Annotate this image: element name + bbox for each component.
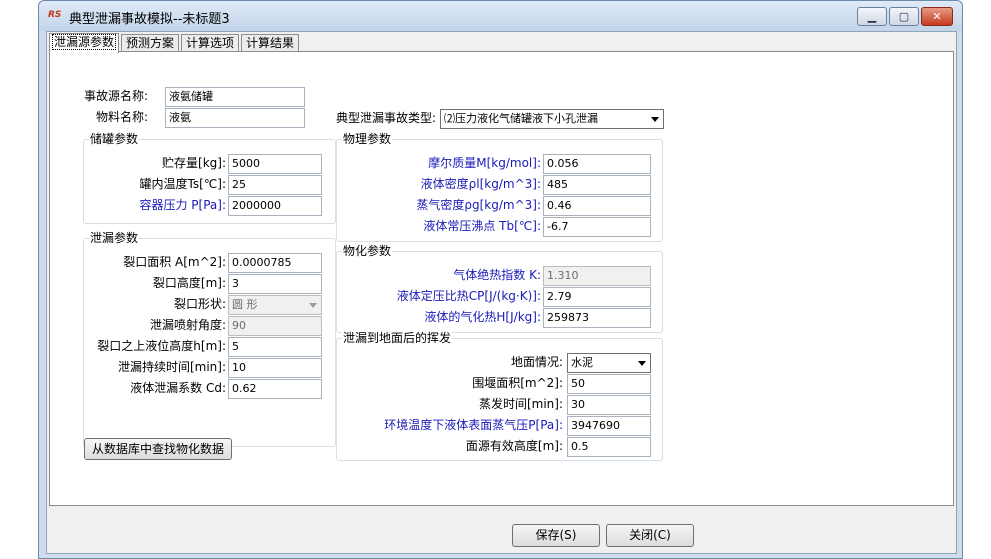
jet-angle-input: 90 (228, 316, 322, 336)
capacity-input[interactable]: 5000 (228, 154, 322, 174)
desktop-left (0, 0, 38, 559)
chevron-down-icon (309, 303, 317, 308)
save-button[interactable]: 保存(S) (512, 524, 600, 547)
capacity-label: 贮存量[kg]: (162, 156, 226, 170)
vaporization-heat-input[interactable]: 259873 (543, 308, 651, 328)
crack-area-label: 裂口面积 A[m^2]: (123, 255, 226, 269)
tab-calc-results[interactable]: 计算结果 (241, 34, 299, 52)
chemical-group: 物化参数 气体绝热指数 K: 1.310 液体定压比热CP[J/(kg·K)]:… (336, 243, 663, 333)
app-logo-icon: RS (48, 10, 62, 20)
jet-angle-label: 泄漏喷射角度: (149, 318, 226, 332)
ground-select[interactable]: 水泥 (567, 353, 651, 373)
close-button[interactable]: 关闭(C) (606, 524, 694, 547)
minimize-button[interactable]: ▁ (857, 7, 887, 26)
ground-label: 地面情况: (510, 355, 563, 369)
liquid-density-input[interactable]: 485 (543, 175, 651, 195)
source-name-label: 事故源名称: (83, 89, 148, 103)
main-window: RS 典型泄漏事故模拟--未标题3 ▁ ▢ ✕ 泄漏源参数 预测方案 计算选项 … (38, 0, 963, 559)
chevron-down-icon (638, 361, 646, 366)
dike-area-input[interactable]: 50 (567, 374, 651, 394)
molar-mass-label: 摩尔质量M[kg/mol]: (428, 156, 541, 170)
desktop-right (963, 0, 991, 559)
minimize-icon: ▁ (867, 10, 877, 23)
bottom-bar: 保存(S) 关闭(C) (47, 508, 956, 553)
boiling-point-label: 液体常压沸点 Tb[℃]: (423, 219, 541, 233)
vapor-pressure-input[interactable]: 3947690 (567, 416, 651, 436)
physical-group: 物理参数 摩尔质量M[kg/mol]: 0.056 液体密度ρl[kg/m^3]… (336, 131, 663, 242)
vaporization-heat-label: 液体的气化热H[J/kg]: (424, 310, 541, 324)
evap-time-input[interactable]: 30 (567, 395, 651, 415)
liquid-height-label: 裂口之上液位高度h[m]: (97, 339, 226, 353)
maximize-button[interactable]: ▢ (889, 7, 919, 26)
leak-group: 泄漏参数 裂口面积 A[m^2]: 0.0000785 裂口高度[m]: 3 裂… (83, 230, 336, 447)
crack-shape-label: 裂口形状: (173, 297, 226, 311)
material-name-input[interactable]: 液氨 (165, 108, 305, 128)
adiabatic-index-label: 气体绝热指数 K: (453, 268, 541, 282)
material-name-label: 物料名称: (95, 110, 148, 124)
close-window-button[interactable]: ✕ (921, 7, 953, 26)
accident-type-label: 典型泄漏事故类型: (335, 111, 436, 125)
window-title: 典型泄漏事故模拟--未标题3 (69, 12, 230, 27)
crack-area-input[interactable]: 0.0000785 (228, 253, 322, 273)
crack-height-label: 裂口高度[m]: (152, 276, 226, 290)
tab-leak-source[interactable]: 泄漏源参数 (49, 33, 119, 53)
pressure-label: 容器压力 P[Pa]: (139, 198, 226, 212)
adiabatic-index-input: 1.310 (543, 266, 651, 286)
vapor-density-label: 蒸气密度ρg[kg/m^3]: (416, 198, 541, 212)
liquid-density-label: 液体密度ρl[kg/m^3]: (420, 177, 541, 191)
storage-group-title: 储罐参数 (89, 131, 140, 147)
evaporation-group: 泄漏到地面后的挥发 地面情况: 水泥 围堰面积[m^2]: 50 蒸发时间[mi… (336, 330, 663, 461)
effective-height-label: 面源有效高度[m]: (465, 439, 563, 453)
tab-calc-options[interactable]: 计算选项 (181, 34, 239, 52)
accident-type-select[interactable]: ⑵压力液化气储罐液下小孔泄漏 (440, 109, 664, 129)
duration-input[interactable]: 10 (228, 358, 322, 378)
close-icon: ✕ (932, 10, 942, 23)
storage-group: 储罐参数 贮存量[kg]: 5000 罐内温度Ts[℃]: 25 容器压力 P[… (83, 131, 336, 224)
tab-prediction-plan[interactable]: 预测方案 (121, 34, 179, 52)
maximize-icon: ▢ (898, 10, 910, 23)
vapor-pressure-label: 环境温度下液体表面蒸气压P[Pa]: (384, 418, 563, 432)
crack-shape-select: 圆 形 (228, 295, 322, 315)
tank-temp-label: 罐内温度Ts[℃]: (139, 177, 226, 191)
specific-heat-label: 液体定压比热CP[J/(kg·K)]: (396, 289, 541, 303)
crack-height-input[interactable]: 3 (228, 274, 322, 294)
lookup-database-button[interactable]: 从数据库中查找物化数据 (84, 438, 232, 460)
tab-page-leak-source: 事故源名称: 液氨储罐 物料名称: 液氨 典型泄漏事故类型: ⑵压力液化气储罐液… (49, 51, 954, 506)
pressure-input[interactable]: 2000000 (228, 196, 322, 216)
molar-mass-input[interactable]: 0.056 (543, 154, 651, 174)
title-bar[interactable]: RS 典型泄漏事故模拟--未标题3 ▁ ▢ ✕ (39, 1, 962, 31)
leak-coef-label: 液体泄漏系数 Cd: (130, 381, 226, 395)
chemical-group-title: 物化参数 (342, 243, 393, 259)
duration-label: 泄漏持续时间[min]: (117, 360, 226, 374)
dike-area-label: 围堰面积[m^2]: (472, 376, 563, 390)
leak-group-title: 泄漏参数 (89, 230, 140, 246)
liquid-height-input[interactable]: 5 (228, 337, 322, 357)
tank-temp-input[interactable]: 25 (228, 175, 322, 195)
client-area: 泄漏源参数 预测方案 计算选项 计算结果 事故源名称: 液氨储罐 物料名称: 液… (46, 31, 957, 554)
boiling-point-input[interactable]: -6.7 (543, 217, 651, 237)
source-name-input[interactable]: 液氨储罐 (165, 87, 305, 107)
specific-heat-input[interactable]: 2.79 (543, 287, 651, 307)
vapor-density-input[interactable]: 0.46 (543, 196, 651, 216)
leak-coef-input[interactable]: 0.62 (228, 379, 322, 399)
evap-time-label: 蒸发时间[min]: (478, 397, 563, 411)
physical-group-title: 物理参数 (342, 131, 393, 147)
effective-height-input[interactable]: 0.5 (567, 437, 651, 457)
evaporation-group-title: 泄漏到地面后的挥发 (342, 330, 453, 346)
chevron-down-icon (651, 117, 659, 122)
